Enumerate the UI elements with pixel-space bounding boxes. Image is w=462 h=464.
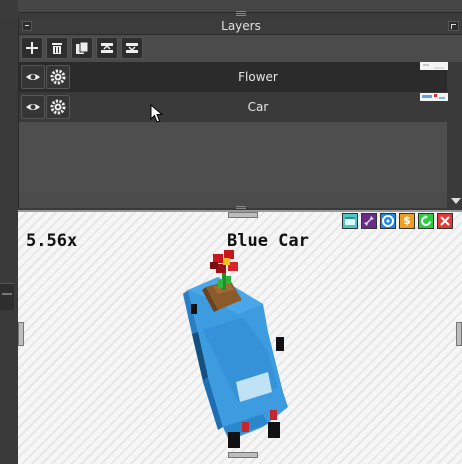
3d-viewport[interactable]: 5.56x Blue Car $ xyxy=(18,210,462,464)
dollar-icon[interactable]: $ xyxy=(399,213,415,229)
eye-icon xyxy=(26,74,40,80)
left-resize-handle[interactable] xyxy=(18,322,24,346)
copy-icon xyxy=(76,41,89,54)
layer-row-flower[interactable]: Flower xyxy=(19,62,447,92)
close-icon[interactable] xyxy=(437,213,453,229)
duplicate-layer-button[interactable] xyxy=(71,37,93,59)
merge-layer-down-button[interactable] xyxy=(121,37,143,59)
top-panel-strip xyxy=(0,0,462,18)
layers-scrollbar[interactable] xyxy=(447,62,462,208)
left-dock-column xyxy=(0,18,18,462)
layer-row-car[interactable]: Car xyxy=(19,92,447,122)
merge-up-icon xyxy=(101,43,113,53)
right-resize-handle[interactable] xyxy=(456,322,462,346)
delete-layer-button[interactable] xyxy=(46,37,68,59)
merge-down-icon xyxy=(126,43,138,53)
visibility-toggle[interactable] xyxy=(21,65,45,89)
layer-settings-button[interactable] xyxy=(46,95,70,119)
top-resize-grip[interactable] xyxy=(236,11,246,16)
left-dock-tab[interactable] xyxy=(0,283,14,310)
layer-name: Car xyxy=(247,100,269,114)
layer-list: Flower Car xyxy=(19,62,447,192)
voxel-car-model xyxy=(183,250,288,448)
layers-panel-title: Layers xyxy=(221,19,261,33)
undock-panel-button[interactable] xyxy=(448,21,459,31)
plus-icon xyxy=(26,42,38,54)
gear-icon xyxy=(50,99,66,115)
layer-settings-button[interactable] xyxy=(46,65,70,89)
top-resize-handle[interactable] xyxy=(228,212,258,218)
merge-layer-up-button[interactable] xyxy=(96,37,118,59)
layers-panel-header: Layers xyxy=(19,18,462,35)
car-layer-thumbnail xyxy=(420,93,448,101)
trash-icon xyxy=(52,43,62,54)
mouse-cursor-icon xyxy=(150,104,164,123)
flower-layer-thumbnail xyxy=(420,62,448,70)
eye-icon xyxy=(26,104,40,110)
layers-panel: Layers Flower Car xyxy=(18,18,462,208)
target-icon[interactable] xyxy=(380,213,396,229)
layer-name: Flower xyxy=(238,70,278,84)
zoom-level: 5.56x xyxy=(26,231,78,251)
add-layer-button[interactable] xyxy=(21,37,43,59)
gear-icon xyxy=(50,69,66,85)
bottom-resize-handle[interactable] xyxy=(228,452,258,458)
visibility-toggle[interactable] xyxy=(21,95,45,119)
pin-icon[interactable] xyxy=(361,213,377,229)
refresh-icon[interactable] xyxy=(418,213,434,229)
scroll-down-arrow[interactable] xyxy=(451,198,461,204)
window-icon[interactable] xyxy=(342,213,358,229)
